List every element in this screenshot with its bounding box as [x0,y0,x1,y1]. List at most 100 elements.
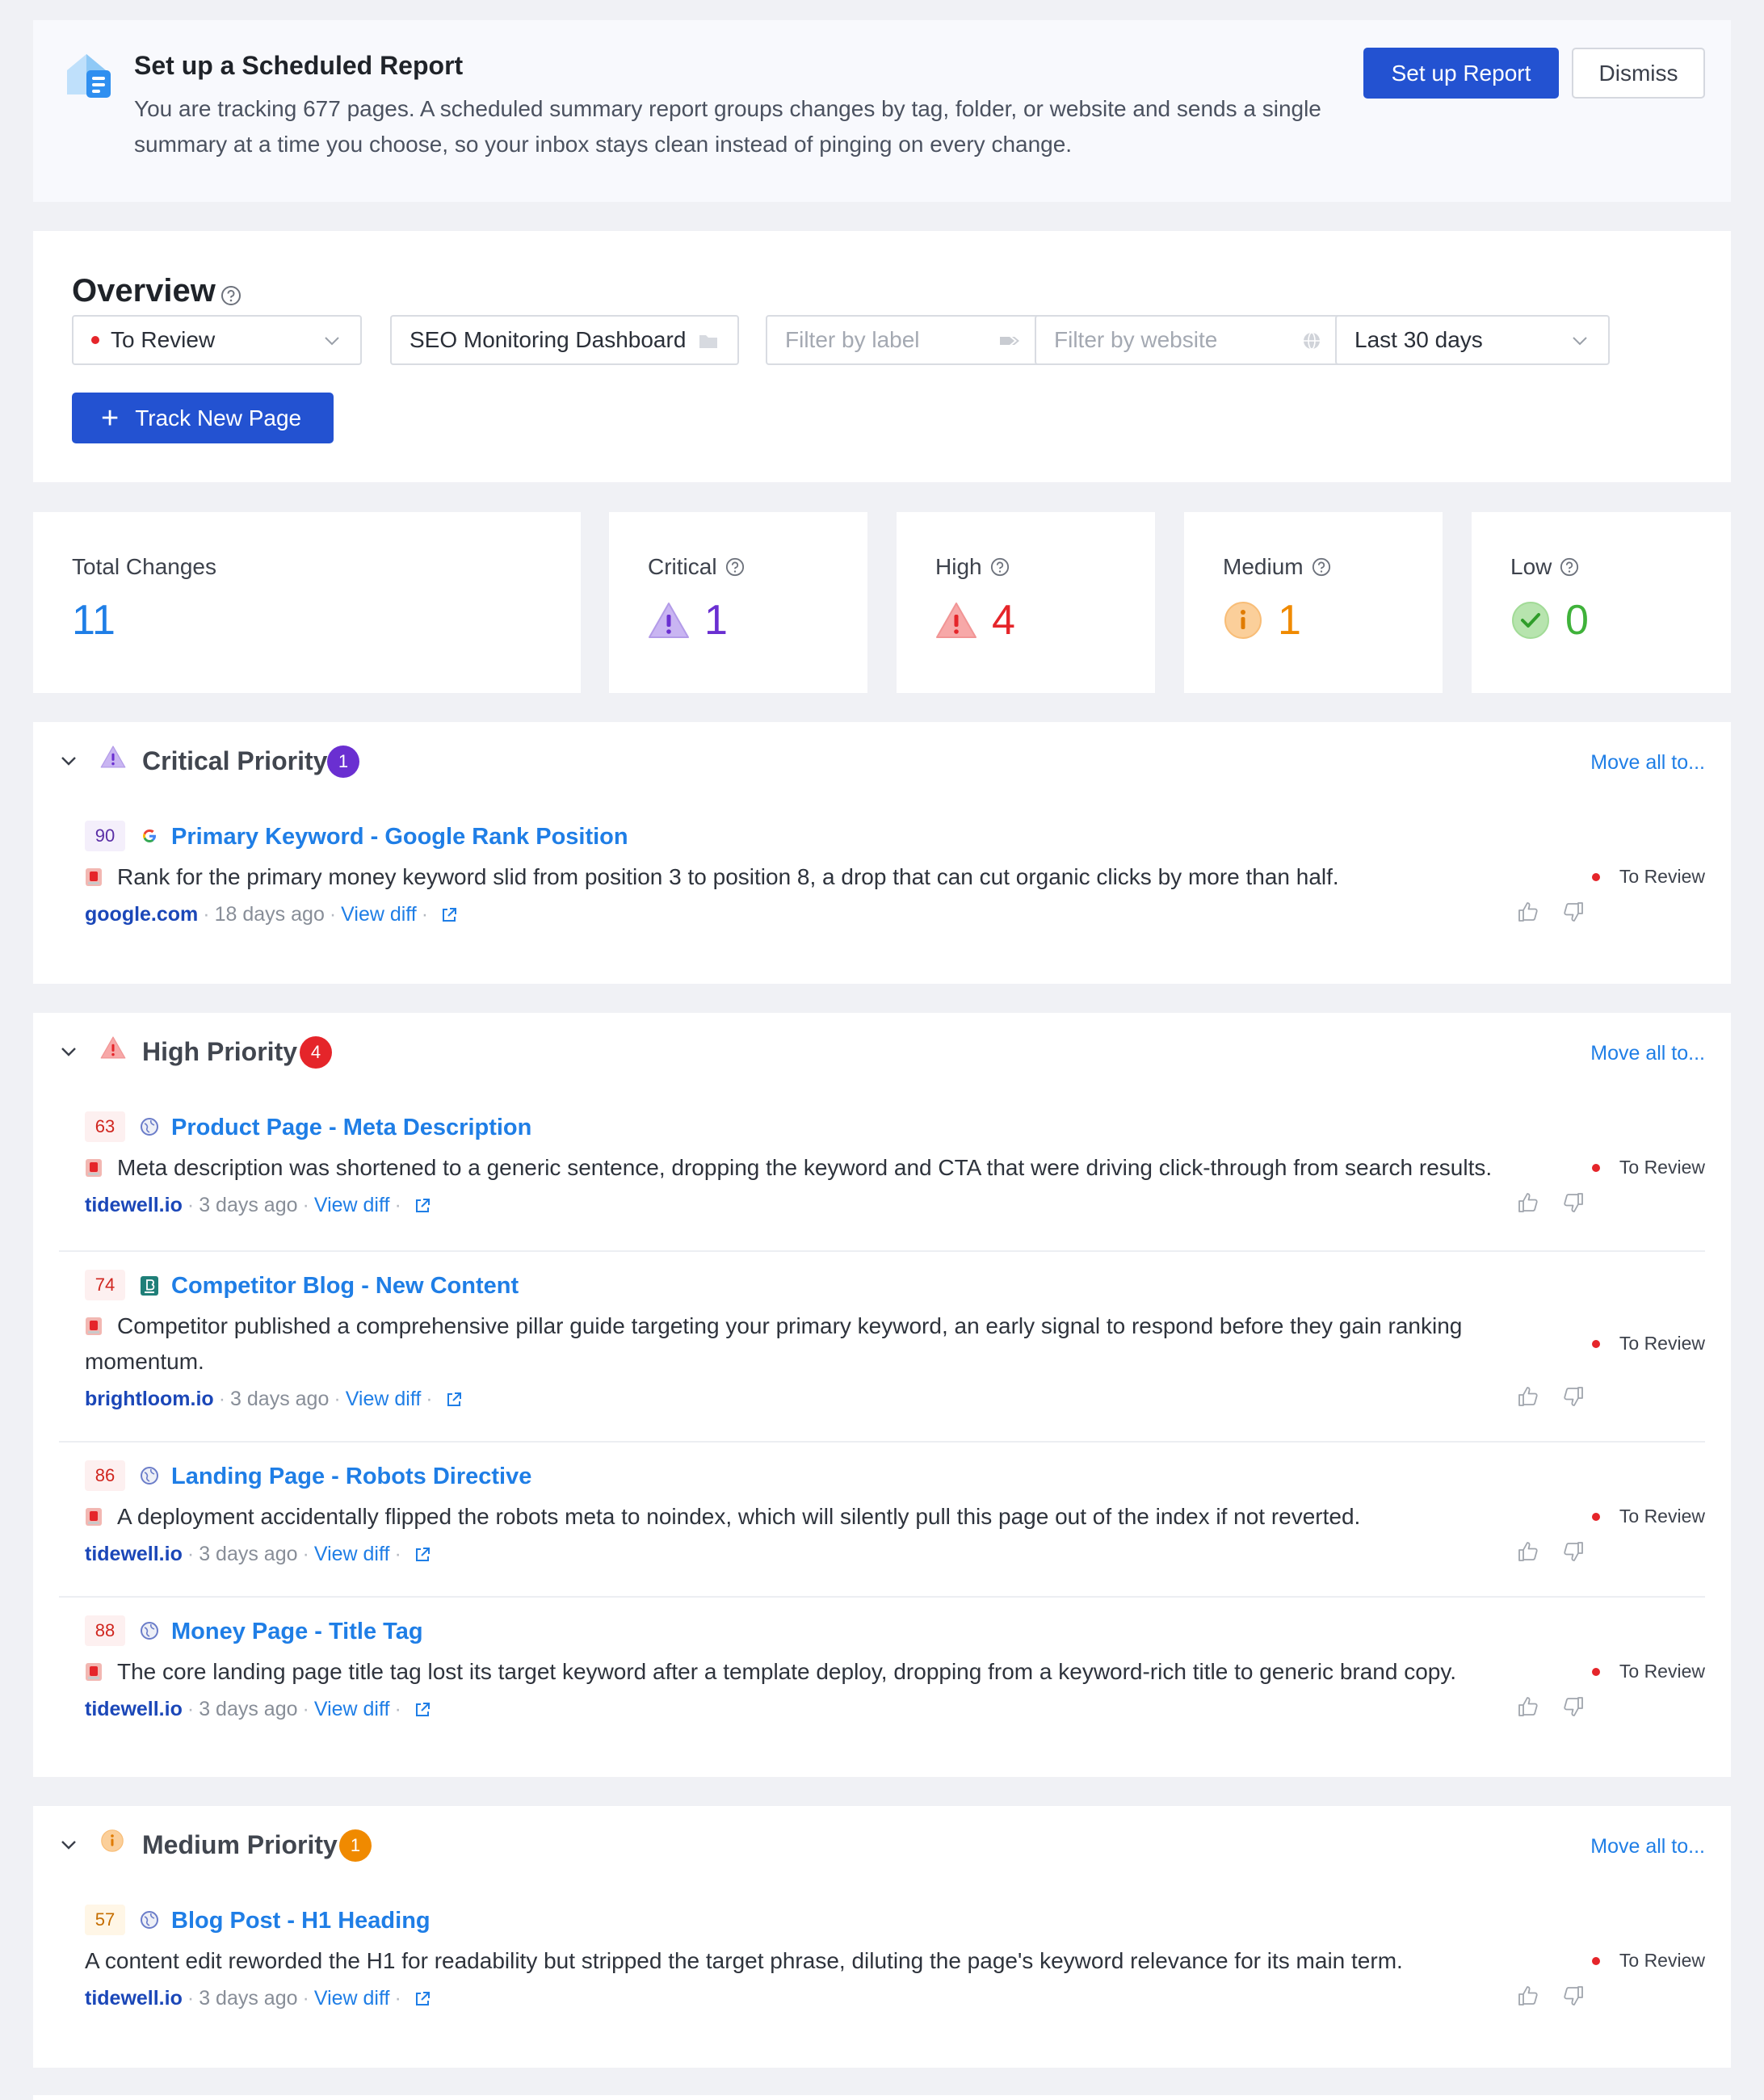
time-ago: 3 days ago [199,1698,298,1720]
move-all-link[interactable]: Move all to... [1590,751,1705,775]
separator: · [203,903,210,926]
change-title-link[interactable]: Product Page - Meta Description [171,1115,531,1141]
dismiss-button[interactable]: Dismiss [1572,48,1705,99]
review-status[interactable]: To Review [1591,1506,1705,1527]
stat-low[interactable]: Low 0 [1472,512,1731,693]
change-item: 88 Money Page - Title Tag The core landi… [59,1596,1705,1754]
critical-priority-section: Critical Priority 1 Move all to... 90 Pr… [33,722,1731,984]
feedback-buttons [1516,1695,1586,1719]
status-dot [91,336,99,344]
stat-critical[interactable]: Critical 1 [609,512,867,693]
globe-icon [1304,332,1320,350]
help-icon[interactable] [725,557,745,577]
medium-priority-section: Medium Priority 1 Move all to... 57 Blog… [33,1806,1731,2068]
change-title-link[interactable]: Landing Page - Robots Directive [171,1464,531,1490]
stat-value-row: 1 [1223,596,1301,645]
section-header: Critical Priority 1 Move all to... [33,722,1731,800]
view-diff-link[interactable]: View diff [314,1543,390,1566]
change-item: 86 Landing Page - Robots Directive A dep… [59,1441,1705,1596]
stat-label-row: High [935,554,1010,580]
thumbs-down-icon[interactable] [1561,1984,1586,2008]
thumbs-down-icon[interactable] [1561,1191,1586,1215]
separator: · [302,1194,309,1216]
separator: · [187,1698,195,1720]
external-link-icon[interactable] [413,1989,432,2009]
change-meta: tidewell.io · 3 days ago · View diff · [85,1543,432,1566]
website-filter[interactable]: Filter by website [1035,315,1342,365]
thumbs-up-icon[interactable] [1516,1191,1540,1215]
date-range-filter[interactable]: Last 30 days [1335,315,1610,365]
external-link-icon[interactable] [413,1545,432,1564]
move-all-link[interactable]: Move all to... [1590,1835,1705,1858]
change-title-link[interactable]: Primary Keyword - Google Rank Position [171,824,628,850]
review-status[interactable]: To Review [1591,866,1705,888]
thumbs-down-icon[interactable] [1561,900,1586,924]
change-title-link[interactable]: Competitor Blog - New Content [171,1273,519,1300]
high-priority-section: High Priority 4 Move all to... 63 Produc… [33,1013,1731,1777]
help-icon[interactable] [1312,557,1331,577]
separator: · [302,1987,309,2010]
thumbs-up-icon[interactable] [1516,1539,1540,1564]
view-diff-link[interactable]: View diff [314,1698,390,1721]
thumbs-up-icon[interactable] [1516,1384,1540,1409]
review-status[interactable]: To Review [1591,1333,1705,1354]
help-icon[interactable] [1560,557,1579,577]
thumbs-down-icon[interactable] [1561,1539,1586,1564]
status-filter[interactable]: To Review [72,315,362,365]
view-diff-link[interactable]: View diff [314,1194,390,1217]
site-link[interactable]: tidewell.io [85,1987,183,2010]
setup-report-button[interactable]: Set up Report [1363,48,1559,99]
thumbs-down-icon[interactable] [1561,1695,1586,1719]
help-icon[interactable] [220,285,242,306]
overview-panel: Overview To Review SEO Monitoring Dashbo… [33,231,1731,482]
site-link[interactable]: tidewell.io [85,1543,183,1566]
collapse-chevron-icon[interactable] [59,1042,78,1061]
external-link-icon[interactable] [439,905,459,925]
label-filter[interactable]: Filter by label [766,315,1041,365]
time-ago: 3 days ago [199,1987,298,2010]
collapse-chevron-icon[interactable] [59,751,78,771]
plus-icon: + [101,401,120,435]
globe-icon [141,1911,158,1929]
external-link-icon[interactable] [444,1390,464,1409]
review-status[interactable]: To Review [1591,1950,1705,1972]
view-diff-link[interactable]: View diff [341,903,417,926]
description-text: Meta description was shortened to a gene… [117,1155,1493,1180]
track-new-page-button[interactable]: + Track New Page [72,393,334,443]
help-icon[interactable] [990,557,1010,577]
stat-high[interactable]: High 4 [897,512,1155,693]
thumbs-up-icon[interactable] [1516,900,1540,924]
separator: · [329,903,337,926]
change-item: 74 Competitor Blog - New Content Competi… [59,1250,1705,1441]
folder-filter[interactable]: SEO Monitoring Dashboard [390,315,739,365]
section-title: High Priority [142,1037,298,1066]
separator: · [334,1388,341,1410]
change-title-link[interactable]: Money Page - Title Tag [171,1619,423,1645]
site-link[interactable]: brightloom.io [85,1388,214,1411]
change-item: 90 Primary Keyword - Google Rank Positio… [59,800,1705,958]
thumbs-down-icon[interactable] [1561,1384,1586,1409]
thumbs-up-icon[interactable] [1516,1695,1540,1719]
view-diff-link[interactable]: View diff [346,1388,422,1411]
change-title-link[interactable]: Blog Post - H1 Heading [171,1908,430,1934]
collapse-chevron-icon[interactable] [59,1835,78,1854]
external-link-icon[interactable] [413,1700,432,1720]
stat-label: Medium [1223,554,1304,579]
review-status[interactable]: To Review [1591,1661,1705,1682]
stat-medium[interactable]: Medium 1 [1184,512,1443,693]
site-link[interactable]: tidewell.io [85,1194,183,1217]
status-dot [1591,1163,1600,1172]
move-all-link[interactable]: Move all to... [1590,1042,1705,1065]
external-link-icon[interactable] [413,1196,432,1216]
section-title: Critical Priority [142,746,328,775]
review-status[interactable]: To Review [1591,1157,1705,1178]
info-icon [1224,602,1262,639]
stat-value: 1 [704,597,728,644]
site-link[interactable]: tidewell.io [85,1698,183,1721]
view-diff-link[interactable]: View diff [314,1987,390,2010]
stat-label-row: Critical [648,554,745,580]
site-link[interactable]: google.com [85,903,198,926]
thumbs-up-icon[interactable] [1516,1984,1540,2008]
banner-title: Set up a Scheduled Report [134,51,464,80]
website-filter-placeholder: Filter by website [1054,327,1218,352]
